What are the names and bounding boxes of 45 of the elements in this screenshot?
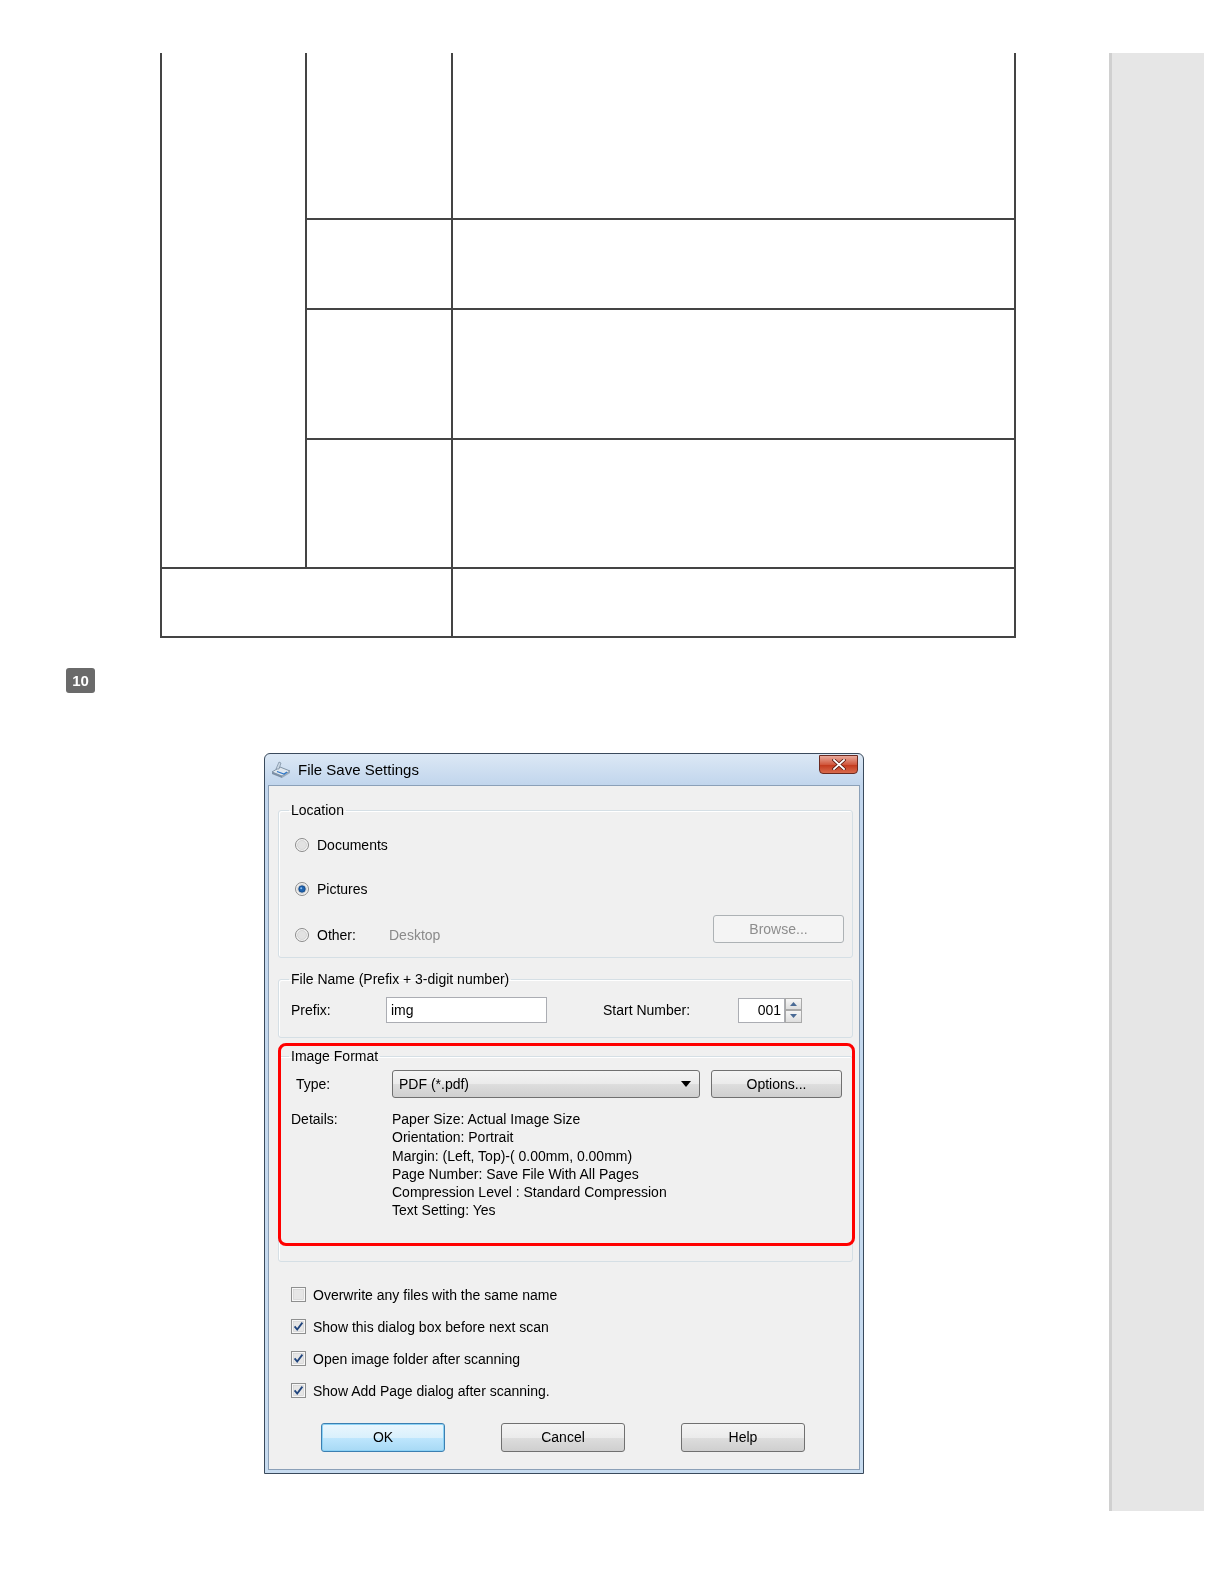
detail-text: Text Setting: Yes: [392, 1201, 497, 1220]
options-button[interactable]: Options...: [711, 1070, 842, 1098]
detail-text: Compression Level : Standard Compression: [392, 1183, 667, 1202]
checkbox[interactable]: [291, 1287, 306, 1303]
spin-up-button[interactable]: [785, 997, 802, 1010]
detail-text: Page Number: Save File With All Pages: [392, 1164, 640, 1184]
field-label: Prefix:: [290, 1002, 332, 1018]
checkbox-label[interactable]: Show this dialog box before next scan: [313, 1318, 549, 1335]
type-dropdown[interactable]: PDF (*.pdf): [392, 1070, 700, 1098]
radio-label[interactable]: Documents: [317, 837, 388, 853]
detail-text: Orientation: Portrait: [392, 1128, 515, 1147]
close-icon: [831, 759, 846, 770]
group-label: Image Format: [290, 1048, 380, 1065]
checkbox[interactable]: [291, 1383, 306, 1399]
field-label: Start Number:: [603, 1002, 692, 1018]
prefix-input[interactable]: img: [386, 997, 547, 1023]
close-button[interactable]: [819, 755, 858, 774]
group-label: Location: [290, 802, 345, 819]
start-number-input[interactable]: 001: [738, 997, 785, 1023]
checkbox-label[interactable]: Show Add Page dialog after scanning.: [313, 1382, 550, 1399]
radio-label[interactable]: Pictures: [317, 881, 368, 897]
step-badge: 10: [66, 668, 95, 693]
dialog-button[interactable]: Help: [681, 1422, 805, 1452]
radio-label[interactable]: Other:: [317, 927, 383, 943]
group-label: File Name (Prefix + 3-digit number): [290, 971, 511, 988]
folder-path-text: Desktop: [389, 927, 441, 943]
field-label: Type:: [295, 1076, 332, 1092]
scanner-icon: [271, 760, 291, 779]
spin-down-button[interactable]: [785, 1010, 802, 1023]
radio-button[interactable]: [295, 838, 309, 852]
dialog-button[interactable]: Cancel: [501, 1422, 625, 1452]
checkbox[interactable]: [291, 1319, 306, 1335]
field-label: Details:: [290, 1110, 339, 1129]
detail-text: Margin: (Left, Top)-( 0.00mm, 0.00mm): [392, 1146, 634, 1165]
window-title: File Save Settings: [298, 761, 419, 778]
radio-button[interactable]: [295, 882, 309, 896]
up-arrow-icon: [790, 1001, 797, 1006]
radio-button[interactable]: [295, 928, 309, 942]
dialog-button[interactable]: OK: [321, 1422, 445, 1452]
checkbox[interactable]: [291, 1351, 306, 1367]
checkbox-label[interactable]: Open image folder after scanning: [313, 1350, 520, 1367]
detail-text: Paper Size: Actual Image Size: [392, 1110, 582, 1129]
caret-icon: [681, 1081, 691, 1087]
down-arrow-icon: [790, 1014, 797, 1019]
checkbox-label[interactable]: Overwrite any files with the same name: [313, 1286, 558, 1303]
